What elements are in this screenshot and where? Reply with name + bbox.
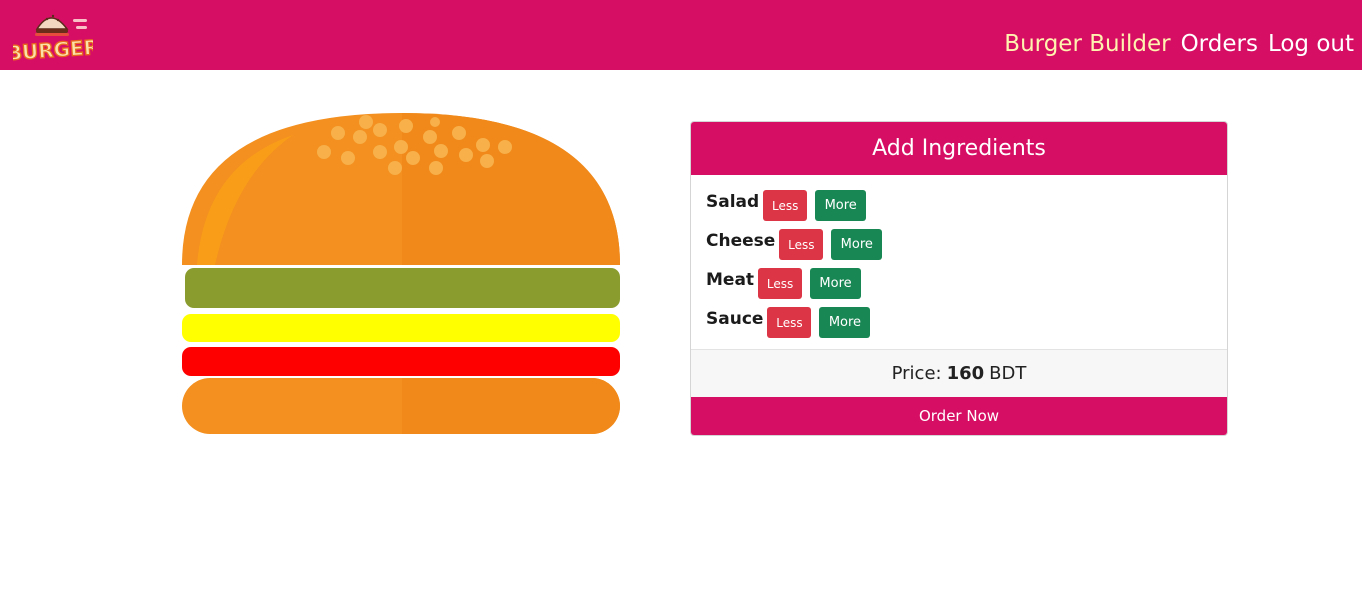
- ingredient-label: Sauce: [706, 308, 764, 329]
- ingredient-row-sauce: Sauce Less More: [706, 307, 1212, 338]
- nav-log-out[interactable]: Log out: [1268, 31, 1354, 57]
- salad-more-button[interactable]: More: [815, 190, 867, 221]
- nav-burger-builder[interactable]: Burger Builder: [1004, 31, 1170, 57]
- sauce-less-button[interactable]: Less: [767, 307, 812, 338]
- bread-bottom: [182, 378, 620, 434]
- build-controls-card: Add Ingredients Salad Less More Cheese L…: [690, 121, 1228, 436]
- sauce-more-button[interactable]: More: [819, 307, 871, 338]
- salad-layer: [185, 268, 620, 308]
- meat-layer: [182, 347, 620, 376]
- ingredient-row-salad: Salad Less More: [706, 190, 1212, 221]
- price-label: Price:: [891, 363, 942, 384]
- card-title: Add Ingredients: [691, 122, 1227, 175]
- main-nav: Burger Builder Orders Log out: [1004, 31, 1354, 57]
- ingredient-label: Salad: [706, 191, 760, 212]
- price-value: 160: [946, 363, 985, 384]
- ingredient-row-cheese: Cheese Less More: [706, 229, 1212, 260]
- bread-top: [182, 113, 620, 265]
- cheese-more-button[interactable]: More: [831, 229, 883, 260]
- burger-logo[interactable]: BURGER: [13, 5, 93, 63]
- ingredient-label: Cheese: [706, 230, 776, 251]
- cheese-less-button[interactable]: Less: [779, 229, 824, 260]
- price-display: Price: 160 BDT: [691, 350, 1227, 397]
- meat-more-button[interactable]: More: [810, 268, 862, 299]
- price-currency: BDT: [989, 363, 1027, 384]
- logo-text: BURGER: [13, 35, 93, 63]
- app-header: BURGER Burger Builder Orders Log out: [0, 0, 1362, 70]
- ingredient-label: Meat: [706, 269, 755, 290]
- meat-less-button[interactable]: Less: [758, 268, 803, 299]
- ingredient-row-meat: Meat Less More: [706, 268, 1212, 299]
- order-now-button[interactable]: Order Now: [691, 397, 1227, 435]
- ingredient-controls: Salad Less More Cheese Less More Meat Le…: [691, 175, 1227, 350]
- burger-preview: [182, 113, 620, 434]
- cheese-layer: [182, 314, 620, 342]
- nav-orders[interactable]: Orders: [1181, 31, 1258, 57]
- salad-less-button[interactable]: Less: [763, 190, 808, 221]
